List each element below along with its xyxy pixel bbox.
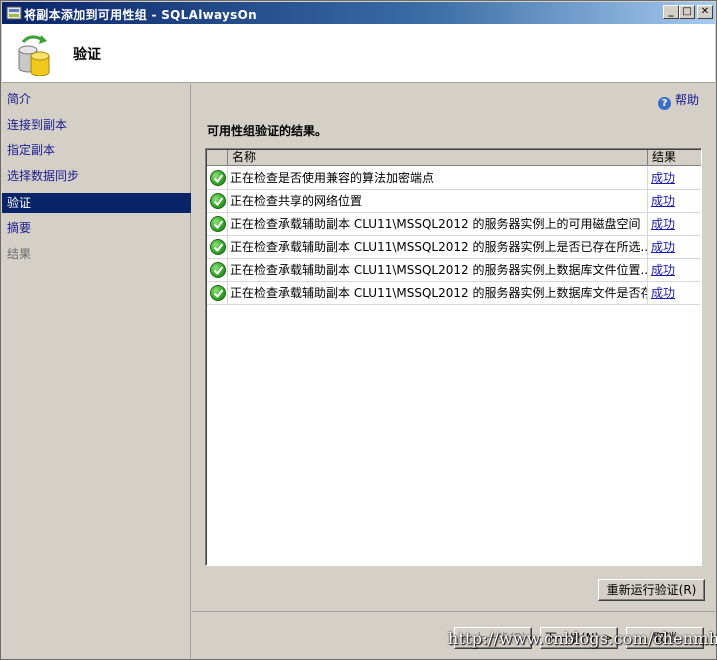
close-button[interactable]: ✕ xyxy=(697,5,713,19)
sidebar-item-validation[interactable]: 验证 xyxy=(2,193,191,213)
check-icon xyxy=(210,262,226,278)
validation-results-grid[interactable]: 名称 结果 正在检查是否使用兼容的算法加密端点 成功 正在检查共享的网络位置 成… xyxy=(205,148,702,566)
section-title: 可用性组验证的结果。 xyxy=(207,124,328,138)
check-icon xyxy=(210,170,226,186)
maximize-button[interactable]: □ xyxy=(679,5,695,19)
check-icon xyxy=(210,239,226,255)
grid-header-result[interactable]: 结果 xyxy=(648,150,701,166)
sidebar-item-specify-replicas[interactable]: 指定副本 xyxy=(2,140,191,160)
table-row[interactable]: 正在检查承载辅助副本 CLU11\MSSQL2012 的服务器实例上是否已存在所… xyxy=(207,236,701,259)
table-row[interactable]: 正在检查是否使用兼容的算法加密端点 成功 xyxy=(207,167,701,190)
row-name: 正在检查共享的网络位置 xyxy=(228,190,648,212)
table-row[interactable]: 正在检查承载辅助副本 CLU11\MSSQL2012 的服务器实例上数据库文件位… xyxy=(207,259,701,282)
window-title: 将副本添加到可用性组 - SQLAlwaysOn xyxy=(24,8,257,22)
page-title: 验证 xyxy=(73,47,101,63)
page-header: 验证 xyxy=(2,24,715,83)
table-row[interactable]: 正在检查共享的网络位置 成功 xyxy=(207,190,701,213)
sidebar-item-results: 结果 xyxy=(7,247,32,261)
table-row[interactable]: 正在检查承载辅助副本 CLU11\MSSQL2012 的服务器实例上的可用磁盘空… xyxy=(207,213,701,236)
check-icon xyxy=(210,193,226,209)
result-link[interactable]: 成功 xyxy=(651,217,675,231)
sidebar-nav: 简介 连接到副本 指定副本 选择数据同步 验证 摘要 结果 xyxy=(2,84,191,658)
watermark: http://www.cnblogs.com/chenmh/ xyxy=(448,629,717,648)
sidebar-item-intro[interactable]: 简介 xyxy=(2,89,191,109)
check-icon xyxy=(210,285,226,301)
grid-header-icon-col xyxy=(207,150,228,166)
table-row[interactable]: 正在检查承载辅助副本 CLU11\MSSQL2012 的服务器实例上数据库文件是… xyxy=(207,282,701,305)
row-name: 正在检查承载辅助副本 CLU11\MSSQL2012 的服务器实例上的可用磁盘空… xyxy=(228,213,648,235)
sidebar-item-summary[interactable]: 摘要 xyxy=(2,218,191,238)
help-label: 帮助 xyxy=(675,93,700,107)
sidebar-item-data-sync[interactable]: 选择数据同步 xyxy=(2,166,191,186)
minimize-button[interactable]: _ xyxy=(663,5,679,19)
sidebar-item-connect-replicas[interactable]: 连接到副本 xyxy=(2,115,191,135)
grid-header-name[interactable]: 名称 xyxy=(228,150,648,166)
app-icon xyxy=(6,6,22,20)
main-content: ? 帮助 可用性组验证的结果。 名称 结果 正在检查是否使用兼容的算法加密端点 成… xyxy=(192,84,715,611)
result-link[interactable]: 成功 xyxy=(651,263,675,277)
row-name: 正在检查承载辅助副本 CLU11\MSSQL2012 的服务器实例上数据库文件是… xyxy=(228,282,648,304)
result-link[interactable]: 成功 xyxy=(651,240,675,254)
result-link[interactable]: 成功 xyxy=(651,171,675,185)
row-name: 正在检查是否使用兼容的算法加密端点 xyxy=(228,167,648,189)
help-link[interactable]: ? 帮助 xyxy=(658,91,699,110)
check-icon xyxy=(210,216,226,232)
row-name: 正在检查承载辅助副本 CLU11\MSSQL2012 的服务器实例上是否已存在所… xyxy=(228,236,648,258)
title-bar[interactable]: 将副本添加到可用性组 - SQLAlwaysOn _ □ ✕ xyxy=(2,2,715,24)
wizard-window: 将副本添加到可用性组 - SQLAlwaysOn _ □ ✕ 验证 简介 连接到… xyxy=(0,0,717,660)
help-icon: ? xyxy=(658,97,671,110)
row-name: 正在检查承载辅助副本 CLU11\MSSQL2012 的服务器实例上数据库文件位… xyxy=(228,259,648,281)
result-link[interactable]: 成功 xyxy=(651,286,675,300)
database-icon xyxy=(18,35,50,76)
rerun-validation-button[interactable]: 重新运行验证(R) xyxy=(598,579,705,601)
grid-header: 名称 结果 xyxy=(207,150,701,166)
result-link[interactable]: 成功 xyxy=(651,194,675,208)
